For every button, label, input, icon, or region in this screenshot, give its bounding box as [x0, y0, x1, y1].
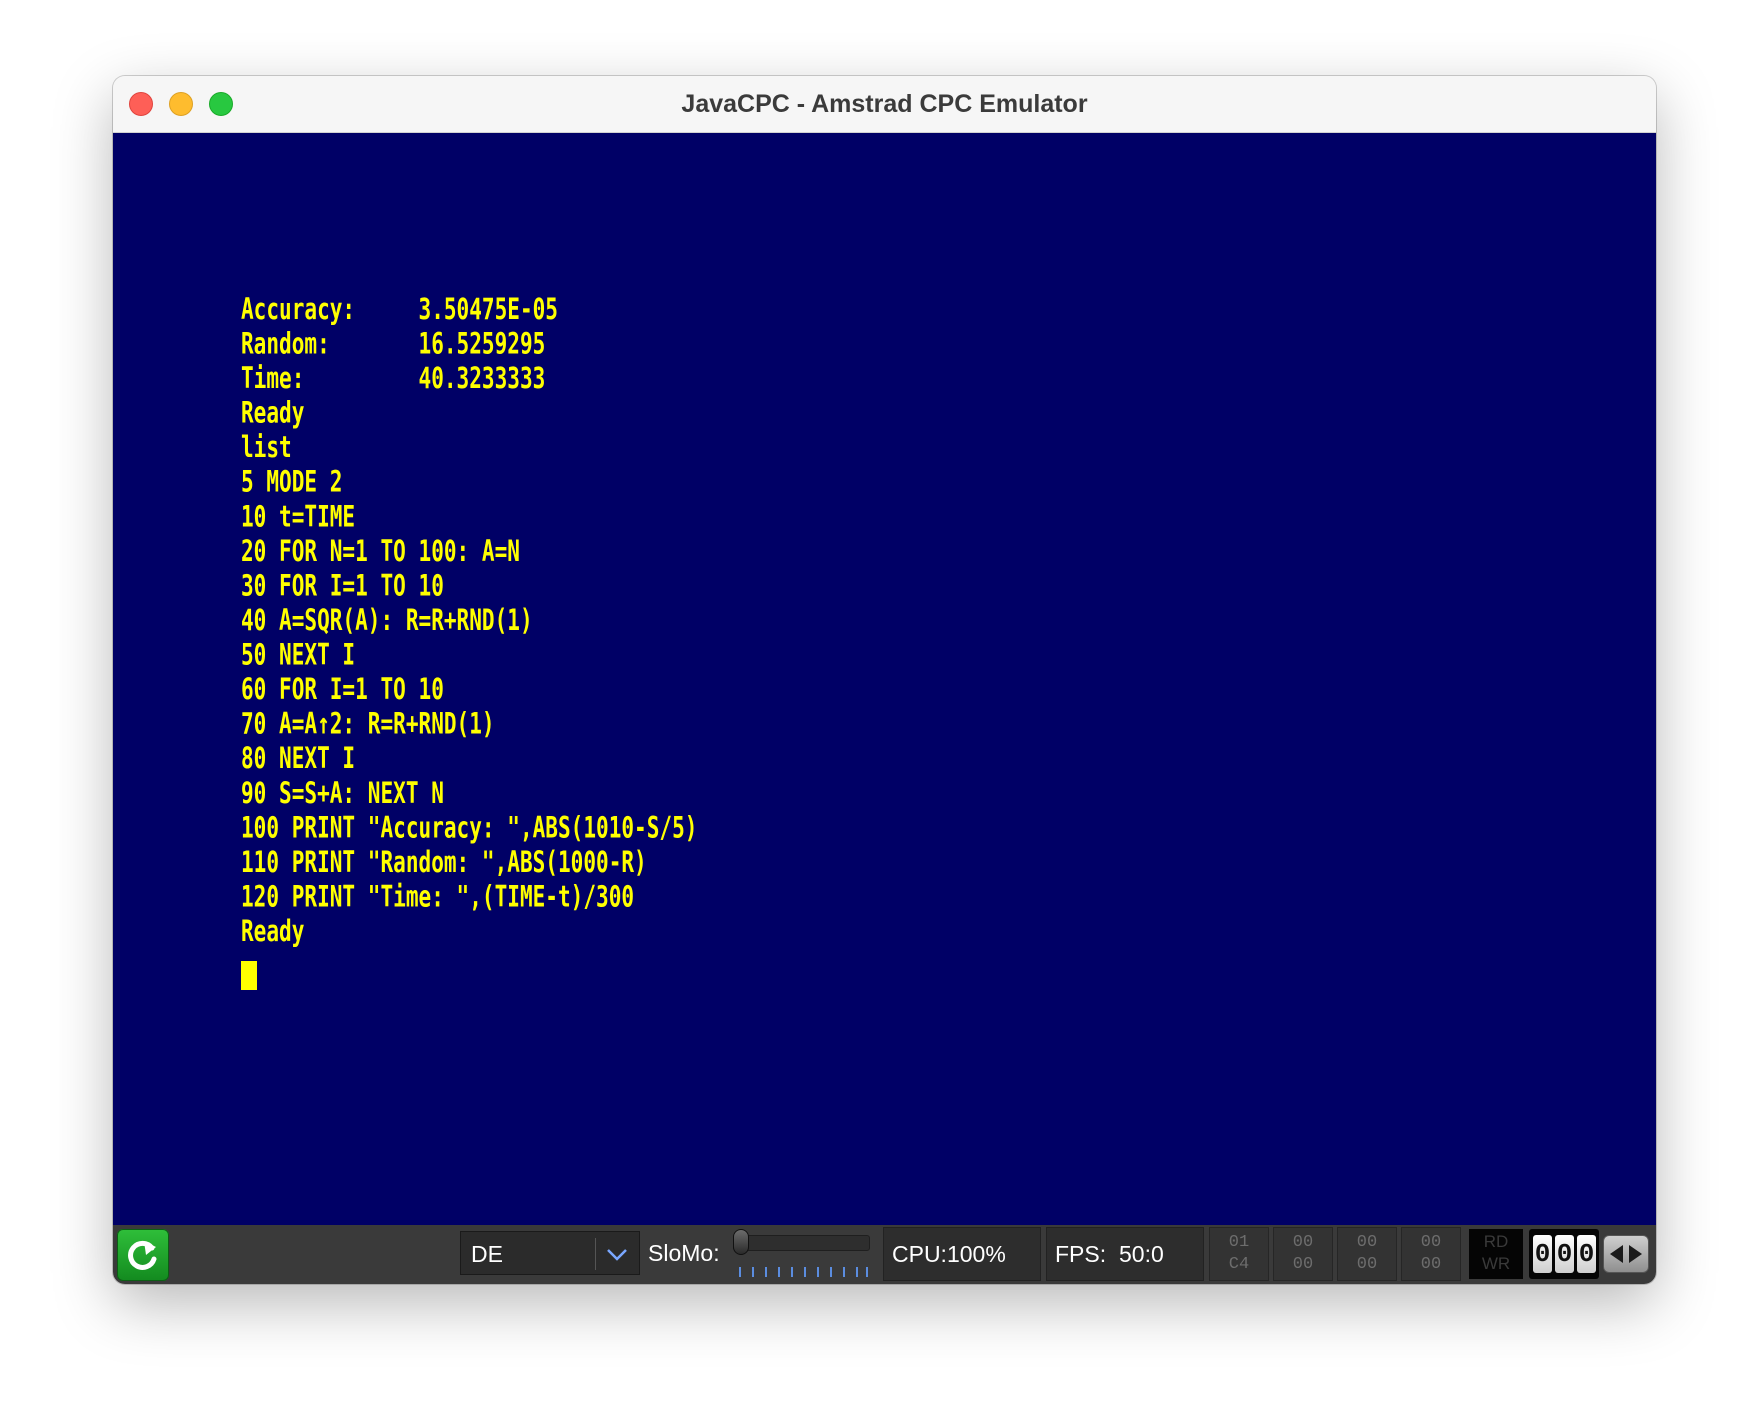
- tape-direction-button[interactable]: [1603, 1235, 1649, 1273]
- tape-direction-icon: [1610, 1245, 1642, 1263]
- title-bar: JavaCPC - Amstrad CPC Emulator: [113, 76, 1656, 133]
- terminal-line: 100 PRINT "Accuracy: ",ABS(1010-S/5): [241, 811, 698, 845]
- drive-status-cell: 00 00: [1401, 1227, 1461, 1281]
- slomo-slider-thumb[interactable]: [733, 1229, 749, 1255]
- slomo-slider-track[interactable]: [733, 1235, 870, 1251]
- terminal-line: Ready: [241, 915, 305, 949]
- slomo-label: SloMo:: [648, 1240, 720, 1266]
- status-bar: DE SloMo: CPU:100% FPS: 50:0 01 C4 00 00…: [113, 1225, 1656, 1284]
- emulator-window: JavaCPC - Amstrad CPC Emulator Accuracy:…: [113, 76, 1656, 1284]
- terminal-line: 70 A=A↑2: R=R+RND(1): [241, 707, 495, 742]
- terminal-line: 120 PRINT "Time: ",(TIME-t)/300: [241, 880, 635, 914]
- drive-status-top: 00: [1292, 1233, 1314, 1252]
- chevron-down-icon[interactable]: [605, 1244, 629, 1264]
- terminal-line: 50 NEXT I: [241, 638, 356, 673]
- drive-status-bottom: 00: [1356, 1255, 1378, 1274]
- fps-value: 50:0: [1119, 1241, 1164, 1267]
- tape-counter-digit: 0: [1555, 1235, 1574, 1273]
- terminal-line: 20 FOR N=1 TO 100: A=N: [241, 534, 520, 569]
- tape-counter-digit: 0: [1533, 1235, 1552, 1273]
- terminal-line: 90 S=S+A: NEXT N: [241, 776, 444, 811]
- keyboard-layout-value: DE: [471, 1241, 503, 1267]
- drive-status-cell: 01 C4: [1209, 1227, 1269, 1281]
- read-indicator: RD: [1483, 1232, 1509, 1251]
- drive-status-cell: 00 00: [1273, 1227, 1333, 1281]
- read-write-indicator: RD WR: [1469, 1229, 1523, 1279]
- terminal-line: Ready: [241, 396, 305, 431]
- text-cursor: [241, 961, 257, 990]
- keyboard-layout-select[interactable]: DE: [460, 1231, 640, 1275]
- reset-button[interactable]: [117, 1229, 169, 1281]
- terminal-line: 30 FOR I=1 TO 10: [241, 569, 444, 603]
- terminal-line: Time: 40.3233333: [241, 362, 546, 396]
- fps-readout: FPS: 50:0: [1046, 1227, 1204, 1281]
- terminal-line: 5 MODE 2: [241, 465, 343, 500]
- reset-arrow-icon: [128, 1240, 157, 1270]
- drive-status-top: 00: [1420, 1233, 1442, 1252]
- fps-label: FPS:: [1055, 1241, 1107, 1267]
- slomo-slider-ticks: [739, 1267, 868, 1277]
- terminal-line: list: [241, 431, 292, 465]
- terminal-line: 60 FOR I=1 TO 10: [241, 673, 444, 707]
- write-indicator: WR: [1481, 1254, 1511, 1273]
- tape-counter: 0 0 0: [1529, 1229, 1599, 1279]
- terminal-line: 110 PRINT "Random: ",ABS(1000-R): [241, 845, 647, 880]
- terminal-line: Accuracy: 3.50475E-05: [241, 293, 558, 327]
- terminal-line: 10 t=TIME: [241, 500, 356, 534]
- drive-status-cell: 00 00: [1337, 1227, 1397, 1281]
- window-title: JavaCPC - Amstrad CPC Emulator: [681, 90, 1088, 118]
- drive-status-bottom: 00: [1292, 1255, 1314, 1274]
- drive-status-bottom: C4: [1228, 1255, 1250, 1274]
- drive-status-bottom: 00: [1420, 1255, 1442, 1274]
- select-divider: [595, 1238, 596, 1270]
- cpu-usage-readout: CPU:100%: [883, 1227, 1041, 1281]
- cpc-screen[interactable]: Accuracy: 3.50475E-05 Random: 16.5259295 T…: [113, 133, 1656, 1225]
- basic-terminal-output: Accuracy: 3.50475E-05 Random: 16.5259295 T…: [241, 293, 697, 950]
- drive-status-top: 01: [1228, 1233, 1250, 1252]
- terminal-line: 80 NEXT I: [241, 742, 356, 776]
- terminal-line: 40 A=SQR(A): R=R+RND(1): [241, 604, 533, 638]
- drive-status-top: 00: [1356, 1233, 1378, 1252]
- terminal-line: Random: 16.5259295: [241, 327, 546, 362]
- tape-counter-digit: 0: [1577, 1235, 1596, 1273]
